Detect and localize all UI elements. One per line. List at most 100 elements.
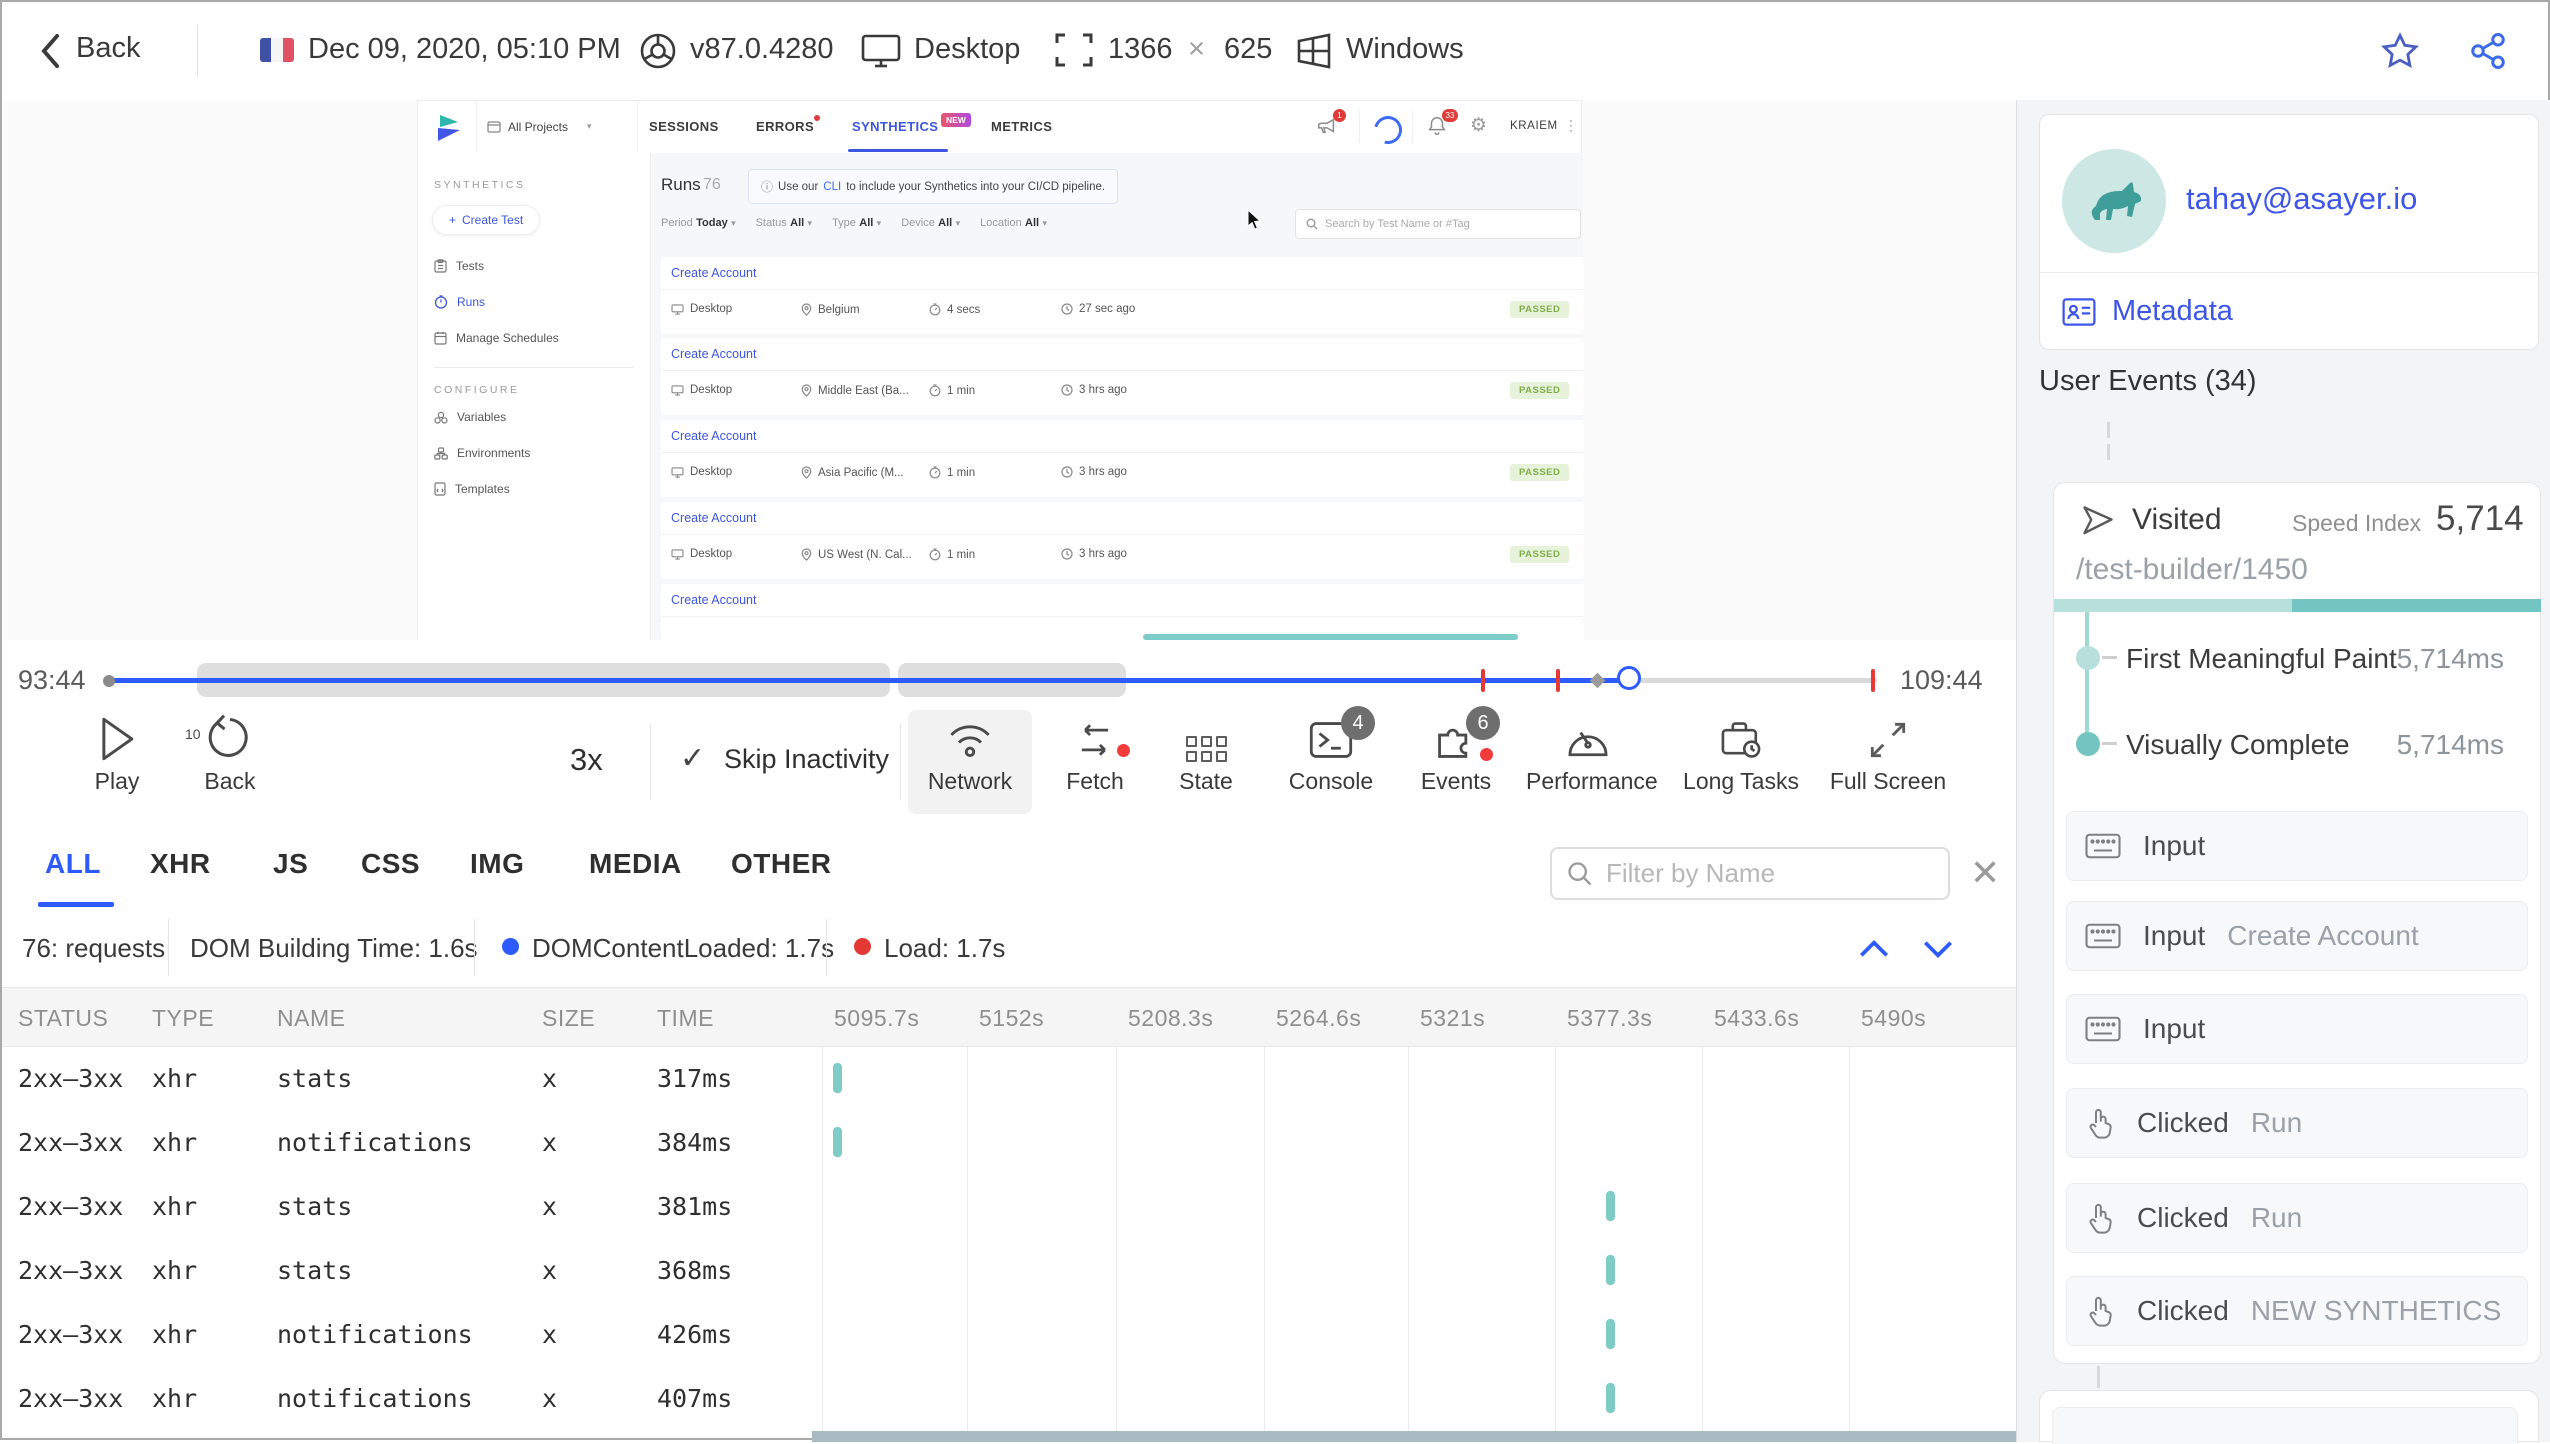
event-item-input[interactable]: Input Create Account — [2066, 901, 2528, 971]
event-item-input[interactable]: Input — [2066, 811, 2528, 881]
run-name-link[interactable]: Create Account — [671, 593, 756, 607]
run-card[interactable]: Create Account Desktop Asia Pacific (M..… — [661, 420, 1583, 497]
banner-cli-link[interactable]: CLI — [823, 181, 841, 193]
filter-input-box[interactable] — [1550, 847, 1950, 900]
panel-toggle-long-tasks[interactable]: Long Tasks — [1679, 710, 1803, 814]
close-panel-icon[interactable]: ✕ — [1970, 852, 2000, 894]
errors-dot — [814, 115, 820, 121]
back-button[interactable]: Back — [76, 32, 140, 65]
fetch-label: Fetch — [1066, 768, 1124, 794]
events-label: Events — [1420, 768, 1492, 794]
cell-size: x — [542, 1128, 558, 1157]
app-sidebar-item-tests[interactable]: Tests — [434, 259, 650, 273]
fmp-label: First Meaningful Paint — [2126, 643, 2397, 674]
tab-media[interactable]: MEDIA — [589, 848, 682, 880]
tab-img[interactable]: IMG — [470, 848, 524, 880]
table-row[interactable]: 2xx–3xx xhr stats x 381ms — [2, 1175, 2016, 1239]
panel-toggle-performance[interactable]: Performance — [1526, 710, 1658, 814]
keyboard-icon — [2085, 833, 2121, 859]
back-chevron-icon[interactable] — [38, 32, 64, 70]
timeline-event-marker-red[interactable] — [1556, 669, 1560, 692]
time-tick: 5321s — [1420, 1005, 1486, 1031]
back-10-button[interactable]: 10 Back — [168, 710, 292, 814]
performance-label: Performance — [1526, 768, 1658, 794]
filter-input[interactable] — [1604, 857, 1908, 890]
environments-icon — [434, 446, 448, 460]
event-item-input[interactable]: Input — [2066, 994, 2528, 1064]
event-value: Run — [2250, 1202, 2303, 1233]
app-tab-synthetics[interactable]: SYNTHETICS — [852, 119, 938, 134]
filter-location-value[interactable]: All — [1025, 217, 1039, 229]
run-card[interactable]: Create Account Desktop US West (N. Cal..… — [661, 502, 1583, 579]
kebab-menu-icon[interactable]: ⋮ — [1564, 117, 1578, 134]
run-name-link[interactable]: Create Account — [671, 266, 756, 280]
app-sidebar-item-variables[interactable]: Variables — [434, 410, 650, 424]
timeline-marker-gray[interactable] — [1589, 672, 1606, 689]
panel-toggle-state[interactable]: State — [1144, 710, 1268, 814]
run-name-link[interactable]: Create Account — [671, 347, 756, 361]
table-row[interactable]: 2xx–3xx xhr notifications x 407ms — [2, 1367, 2016, 1431]
app-sidebar-item-runs[interactable]: Runs — [434, 295, 650, 309]
table-row[interactable]: 2xx–3xx xhr notifications x 384ms — [2, 1111, 2016, 1175]
settings-gear-icon[interactable]: ⚙ — [1470, 114, 1487, 137]
app-sidebar-item-environments[interactable]: Environments — [434, 446, 650, 460]
speed-toggle[interactable]: 3x — [570, 742, 603, 778]
share-icon[interactable] — [2468, 31, 2508, 71]
visited-event-card[interactable]: Visited Speed Index 5,714 /test-builder/… — [2053, 482, 2541, 1364]
timeline-event-marker-red[interactable] — [1871, 669, 1875, 692]
jump-next-icon[interactable] — [1919, 934, 1957, 964]
filter-status-value[interactable]: All — [790, 217, 804, 229]
run-card[interactable]: Create Account Desktop Middle East (Ba..… — [661, 338, 1583, 415]
filter-device-value[interactable]: All — [938, 217, 952, 229]
tab-other[interactable]: OTHER — [731, 848, 832, 880]
filter-type-value[interactable]: All — [859, 217, 873, 229]
skip-inactivity-toggle[interactable]: Skip Inactivity — [724, 744, 889, 775]
tab-css[interactable]: CSS — [361, 848, 420, 880]
panel-toggle-events[interactable]: 6 Events — [1394, 706, 1518, 814]
next-event-card-partial[interactable] — [2039, 1390, 2539, 1444]
tab-xhr[interactable]: XHR — [150, 848, 211, 880]
timeline-track[interactable] — [103, 640, 1877, 704]
run-name-link[interactable]: Create Account — [671, 511, 756, 525]
manage-schedules-label: Manage Schedules — [456, 331, 559, 345]
app-search-box[interactable]: Search by Test Name or #Tag — [1295, 209, 1581, 239]
full-screen-button[interactable]: Full Screen — [1826, 710, 1950, 814]
timeline-event-marker-red[interactable] — [1481, 669, 1485, 692]
event-item-clicked[interactable]: Clicked Run — [2066, 1183, 2528, 1253]
tab-js[interactable]: JS — [273, 848, 308, 880]
filter-period-value[interactable]: Today — [696, 217, 728, 229]
filter-status-label: Status — [755, 217, 787, 229]
table-row[interactable]: 2xx–3xx xhr notifications x 426ms — [2, 1303, 2016, 1367]
tab-all[interactable]: ALL — [45, 848, 101, 880]
run-location: Belgium — [818, 303, 860, 316]
back-10-icon: 10 — [168, 710, 292, 762]
run-card[interactable]: Create Account Desktop Belgium 4 secs 27… — [661, 257, 1583, 334]
user-email-link[interactable]: tahay@asayer.io — [2186, 181, 2417, 217]
project-selector[interactable]: All Projects ▾ — [476, 101, 638, 152]
waterfall-mark — [1606, 1319, 1615, 1349]
notifications-badge: 33 — [1442, 109, 1458, 122]
panel-toggle-fetch[interactable]: Fetch — [1033, 710, 1157, 814]
app-tab-sessions[interactable]: SESSIONS — [649, 119, 719, 134]
favorite-star-icon[interactable] — [2380, 31, 2420, 71]
app-sidebar-item-templates[interactable]: Templates — [434, 482, 650, 496]
create-test-button[interactable]: + Create Test — [432, 205, 541, 235]
filter-type-label: Type — [832, 217, 856, 229]
metadata-button[interactable]: Metadata — [2062, 295, 2233, 328]
timeline-playhead-handle[interactable] — [1617, 666, 1641, 690]
app-top-nav: All Projects ▾ SESSIONS ERRORS SYNTHETIC… — [418, 101, 1581, 154]
play-button[interactable]: Play — [55, 710, 179, 814]
run-name-link[interactable]: Create Account — [671, 429, 756, 443]
run-card-partial[interactable]: Create Account — [661, 584, 1583, 640]
jump-prev-icon[interactable] — [1855, 934, 1893, 964]
table-row[interactable]: 2xx–3xx xhr stats x 368ms — [2, 1239, 2016, 1303]
event-item-clicked[interactable]: Clicked Run — [2066, 1088, 2528, 1158]
app-tab-metrics[interactable]: METRICS — [991, 119, 1052, 134]
event-item-clicked[interactable]: Clicked NEW SYNTHETICS — [2066, 1276, 2528, 1346]
table-row[interactable]: 2xx–3xx xhr stats x 317ms — [2, 1047, 2016, 1111]
app-sidebar-item-manage-schedules[interactable]: Manage Schedules — [434, 331, 650, 345]
panel-toggle-console[interactable]: 4 Console — [1269, 706, 1393, 814]
app-tab-errors[interactable]: ERRORS — [756, 119, 814, 134]
user-menu[interactable]: KRAIEM — [1510, 120, 1558, 132]
panel-toggle-network[interactable]: Network — [908, 710, 1032, 814]
